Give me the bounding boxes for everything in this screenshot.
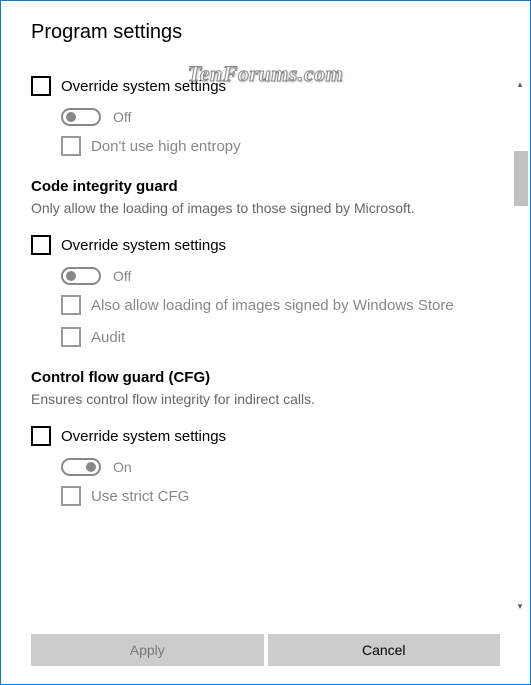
- option-row: Audit: [61, 327, 510, 347]
- option-label: Don't use high entropy: [91, 138, 241, 155]
- button-bar: Apply Cancel: [31, 634, 500, 666]
- toggle-knob: [66, 112, 76, 122]
- override-checkbox[interactable]: [31, 76, 51, 96]
- option-checkbox[interactable]: [61, 486, 81, 506]
- option-label: Audit: [91, 329, 125, 346]
- option-checkbox[interactable]: [61, 295, 81, 315]
- settings-section: Override system settings Off Don't use h…: [31, 76, 510, 156]
- override-label: Override system settings: [61, 78, 226, 95]
- section-heading: Code integrity guard: [31, 178, 510, 195]
- option-row: Use strict CFG: [61, 486, 510, 506]
- page-title: Program settings: [1, 1, 530, 44]
- cancel-button[interactable]: Cancel: [268, 634, 501, 666]
- section-heading: Control flow guard (CFG): [31, 369, 510, 386]
- override-label: Override system settings: [61, 237, 226, 254]
- override-row: Override system settings: [31, 235, 510, 255]
- override-label: Override system settings: [61, 428, 226, 445]
- toggle-row: Off: [61, 108, 510, 126]
- toggle-row: On: [61, 458, 510, 476]
- settings-scroll-area: Override system settings Off Don't use h…: [31, 76, 510, 614]
- scrollbar-thumb[interactable]: [514, 151, 528, 206]
- toggle-knob: [86, 462, 96, 472]
- option-row: Also allow loading of images signed by W…: [61, 295, 510, 315]
- override-checkbox[interactable]: [31, 426, 51, 446]
- override-row: Override system settings: [31, 76, 510, 96]
- toggle-row: Off: [61, 267, 510, 285]
- scroll-down-arrow-icon[interactable]: ▾: [512, 598, 528, 614]
- option-row: Don't use high entropy: [61, 136, 510, 156]
- toggle-switch[interactable]: [61, 458, 101, 476]
- option-checkbox[interactable]: [61, 136, 81, 156]
- override-checkbox[interactable]: [31, 235, 51, 255]
- apply-button[interactable]: Apply: [31, 634, 264, 666]
- override-row: Override system settings: [31, 426, 510, 446]
- section-description: Ensures control flow integrity for indir…: [31, 390, 510, 408]
- toggle-switch[interactable]: [61, 108, 101, 126]
- option-label: Use strict CFG: [91, 488, 189, 505]
- toggle-state-label: On: [113, 459, 132, 475]
- settings-section-cfg: Control flow guard (CFG) Ensures control…: [31, 369, 510, 506]
- toggle-switch[interactable]: [61, 267, 101, 285]
- toggle-state-label: Off: [113, 109, 131, 125]
- toggle-knob: [66, 271, 76, 281]
- option-checkbox[interactable]: [61, 327, 81, 347]
- section-description: Only allow the loading of images to thos…: [31, 199, 510, 217]
- toggle-state-label: Off: [113, 268, 131, 284]
- scroll-up-arrow-icon[interactable]: ▴: [512, 76, 528, 92]
- option-label: Also allow loading of images signed by W…: [91, 297, 454, 314]
- settings-section-code-integrity: Code integrity guard Only allow the load…: [31, 178, 510, 347]
